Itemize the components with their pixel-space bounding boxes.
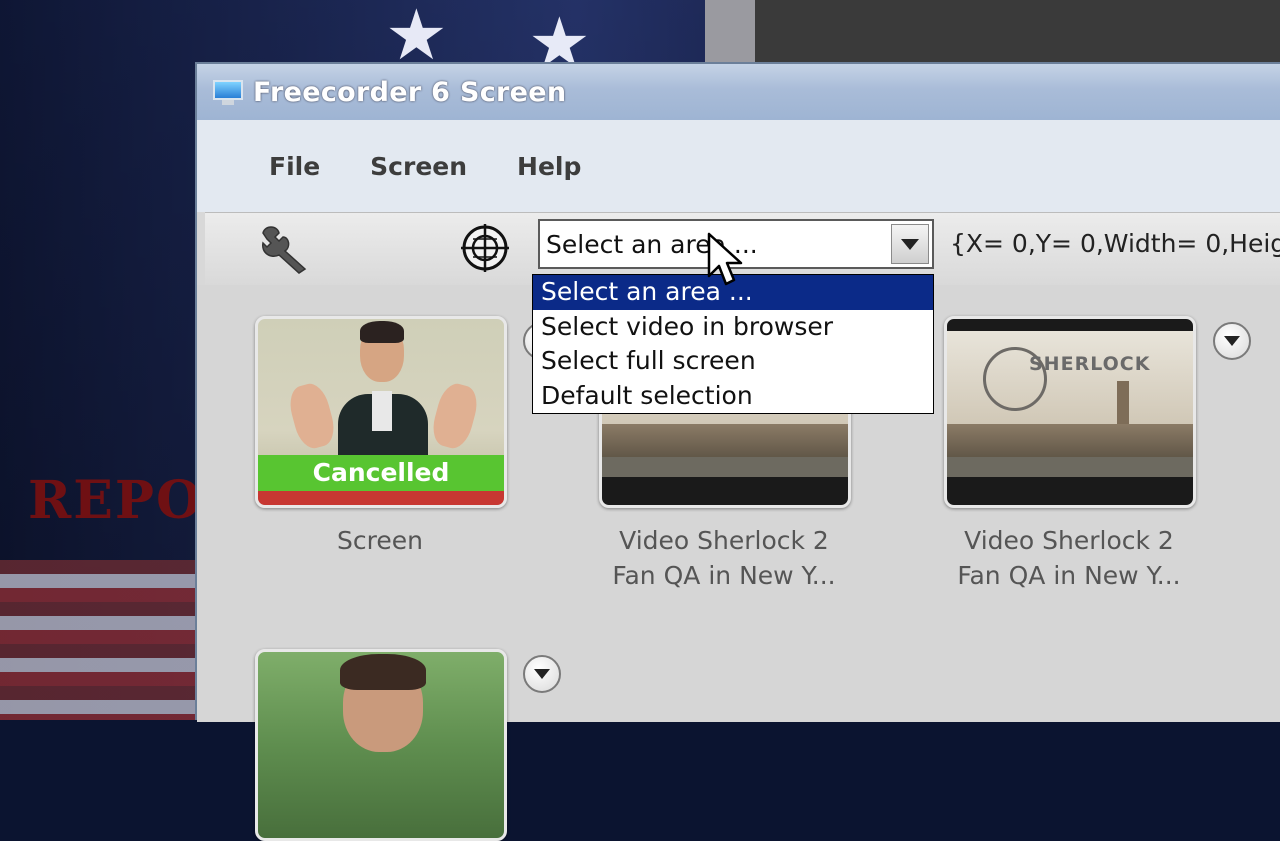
monitor-icon xyxy=(211,78,245,106)
recording-label: Video Sherlock 2 Fan QA in New Y... xyxy=(612,526,836,590)
option-select-video-in-browser[interactable]: Select video in browser xyxy=(533,310,933,345)
thumbnail-overlay-text: SHERLOCK xyxy=(1029,353,1151,375)
chevron-down-icon xyxy=(534,669,550,679)
status-badge: Cancelled xyxy=(258,455,504,491)
window-title: Freecorder 6 Screen xyxy=(253,76,567,108)
channel-logo xyxy=(264,327,282,367)
option-select-full-screen[interactable]: Select full screen xyxy=(533,344,933,379)
crosshair-icon[interactable] xyxy=(460,223,510,273)
wrench-icon[interactable] xyxy=(255,223,311,275)
area-select-dropdown: Select an area ... Select video in brows… xyxy=(532,274,934,414)
menu-screen[interactable]: Screen xyxy=(370,152,467,181)
recording-menu-button[interactable] xyxy=(523,655,561,693)
menu-file[interactable]: File xyxy=(269,152,320,181)
recording-label: Screen xyxy=(337,526,423,555)
star-decoration: ★ xyxy=(385,0,448,76)
option-default-selection[interactable]: Default selection xyxy=(533,379,933,414)
recording-thumbnail[interactable]: SHERLOCK xyxy=(944,316,1196,508)
coordinates-readout: {X= 0,Y= 0,Width= 0,Heigh xyxy=(950,229,1280,258)
background-stripes xyxy=(0,560,200,720)
menu-help[interactable]: Help xyxy=(517,152,581,181)
title-bar[interactable]: Freecorder 6 Screen xyxy=(197,64,1280,120)
desktop-panel-dark xyxy=(755,0,1280,62)
desktop-panel xyxy=(705,0,755,62)
menu-bar: File Screen Help xyxy=(197,120,1280,212)
chevron-down-icon xyxy=(901,238,919,250)
background-text: REPO xyxy=(28,470,204,531)
recording-thumbnail[interactable] xyxy=(255,649,507,841)
area-select-button[interactable] xyxy=(891,224,929,264)
mouse-cursor-icon xyxy=(707,232,743,286)
recording-menu-button[interactable] xyxy=(1213,322,1251,360)
chevron-down-icon xyxy=(1224,336,1240,346)
recording-thumbnail[interactable]: Cancelled xyxy=(255,316,507,508)
recording-label: Video Sherlock 2 Fan QA in New Y... xyxy=(957,526,1181,590)
